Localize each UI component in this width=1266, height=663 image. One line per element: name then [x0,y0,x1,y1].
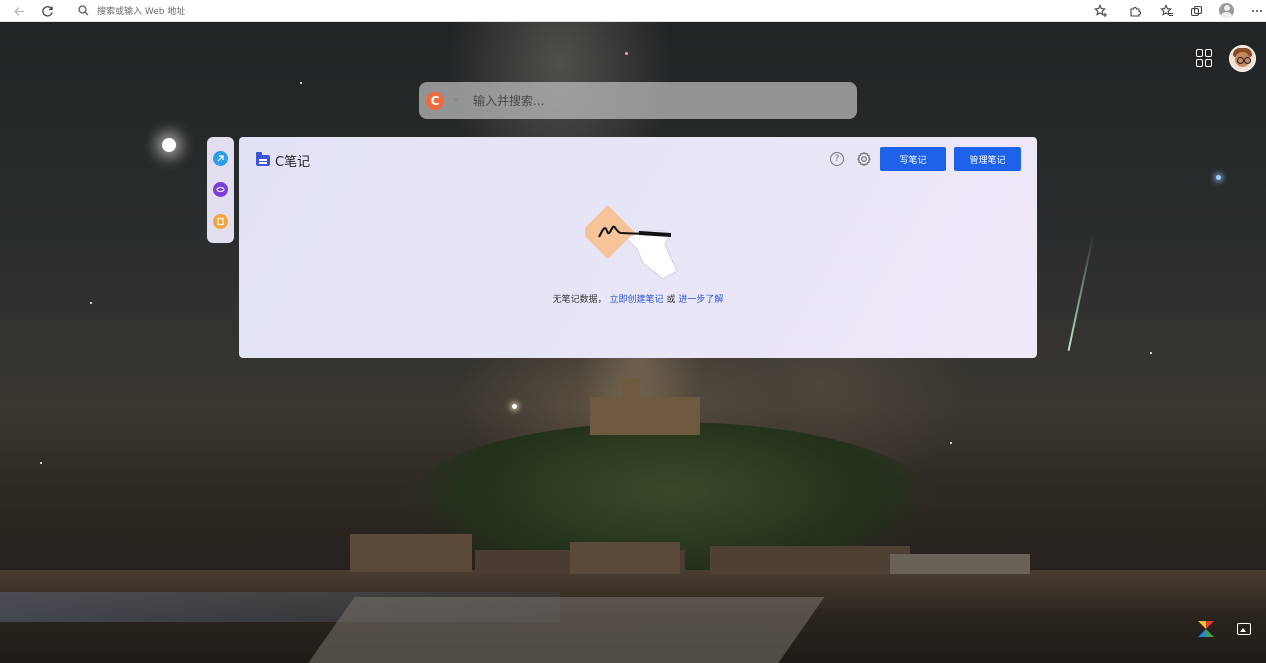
write-note-button[interactable]: 写笔记 [880,147,946,171]
address-bar[interactable]: 搜索或输入 Web 地址 [68,1,1116,20]
panel-title-text: C笔记 [275,155,311,170]
profile-icon[interactable] [1219,3,1234,18]
search-box[interactable]: C [419,82,857,119]
address-placeholder: 搜索或输入 Web 地址 [97,7,186,17]
search-icon [78,5,89,16]
star [1216,175,1221,180]
manage-notes-button[interactable]: 管理笔记 [954,147,1021,171]
refresh-icon[interactable] [38,2,56,20]
star [512,404,517,409]
star [300,82,302,84]
star [1150,352,1152,354]
notes-panel: C笔记 ? 写笔记 管理笔记 无笔记数据， 立即创建笔记 或 进一步了解 [239,137,1037,358]
search-input[interactable] [471,92,855,109]
apps-grid-icon[interactable] [1196,49,1214,67]
help-icon[interactable]: ? [830,152,844,166]
star [90,302,92,304]
app-icon-purple[interactable] [213,182,228,197]
empty-or: 或 [666,295,679,305]
star [625,52,628,55]
back-icon[interactable] [10,2,28,20]
widget-sidebar [207,137,234,243]
favorites-icon[interactable] [1158,2,1176,20]
browser-toolbar: 搜索或输入 Web 地址 [0,0,1266,22]
more-icon[interactable] [1248,2,1266,20]
star [40,462,42,464]
learn-more-link[interactable]: 进一步了解 [678,295,723,305]
causeway-path [305,597,825,663]
favorite-add-icon[interactable] [1092,2,1110,20]
gear-icon[interactable] [856,151,872,167]
village-buildings [350,534,1150,574]
create-note-link[interactable]: 立即创建笔记 [610,295,664,305]
empty-notes-illustration [585,205,678,280]
app-icon-blue[interactable] [213,151,228,166]
panel-title: C笔记 [256,151,310,170]
castle-tower [622,378,640,402]
star [162,138,176,152]
collections-icon[interactable] [1187,2,1205,20]
user-avatar[interactable] [1229,45,1256,72]
castle [590,397,700,435]
search-engine-logo[interactable]: C [426,91,444,110]
notes-folder-icon [256,152,270,166]
star [950,442,952,444]
app-icon-orange[interactable] [213,214,228,229]
meteor [1067,233,1095,351]
empty-state-message: 无笔记数据， 立即创建笔记 或 进一步了解 [239,292,1037,305]
wallpaper-icon[interactable] [1237,623,1251,635]
extensions-icon[interactable] [1126,2,1144,20]
empty-message: 无笔记数据， [552,295,607,305]
chevron-down-icon[interactable] [452,98,460,103]
